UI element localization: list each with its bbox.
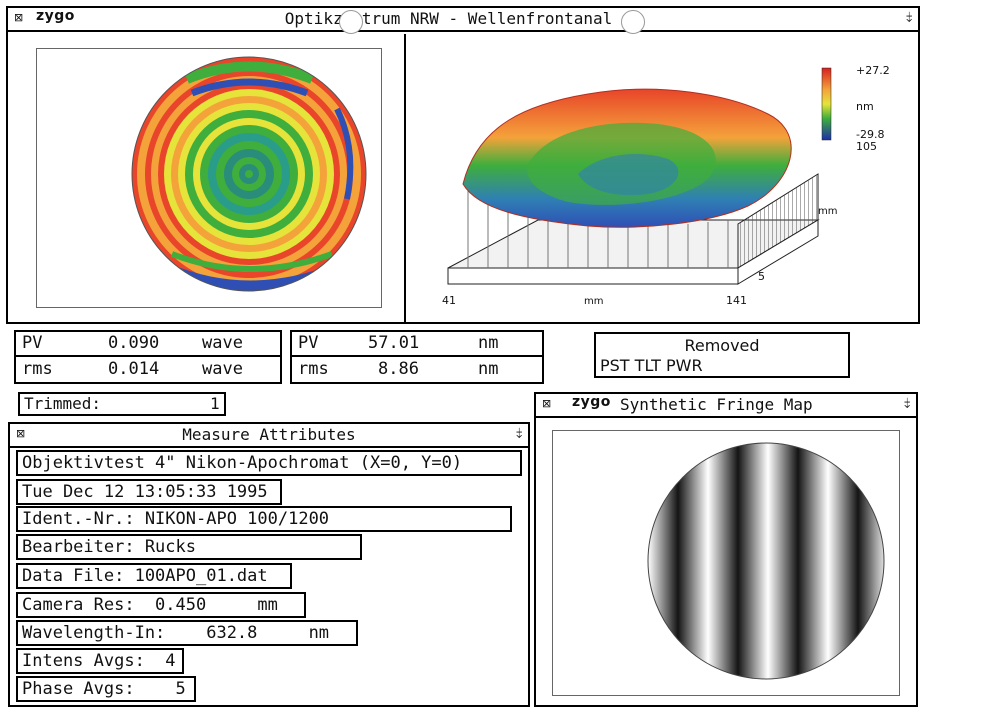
plot-3d-panel: +27.2 nm -29.8 105 mm 5 41 mm 141: [408, 34, 918, 322]
window-title: Optikze trum NRW - Wellenfrontanal se: [284, 9, 642, 28]
removed-terms: PST TLT PWR: [600, 356, 703, 375]
pin-icon[interactable]: ⤈: [906, 9, 912, 25]
pv-nm-row: PV 57.01 nm: [292, 332, 542, 357]
axis-x-unit-label: mm: [584, 296, 603, 307]
pv-nm-value: 57.01: [368, 333, 420, 353]
scale-max-label: +27.2: [856, 64, 890, 77]
axis-y-max-label: 105: [856, 140, 877, 153]
pv-wave-row: PV 0.090 wave: [16, 332, 280, 357]
trimmed-box: Trimmed: 1: [18, 392, 226, 416]
attr-wavelength[interactable]: Wavelength-In: 632.8 nm: [16, 620, 358, 646]
rms-nm-unit: nm: [478, 359, 499, 379]
fringe-map-window: ⊠ zygo Synthetic Fringe Map ⤈: [534, 392, 918, 707]
attr-data-file[interactable]: Data File: 100APO_01.dat: [16, 563, 292, 589]
attr-operator[interactable]: Bearbeiter: Rucks: [16, 534, 362, 560]
map-2d-panel: [10, 34, 406, 322]
fringe-titlebar: ⊠ zygo Synthetic Fringe Map ⤈: [536, 394, 916, 418]
title-hole-marker: [339, 10, 363, 34]
main-titlebar: ⊠ zygo Optikze trum NRW - Wellenfrontana…: [8, 8, 918, 32]
attr-camera-res[interactable]: Camera Res: 0.450 mm: [16, 592, 306, 618]
synthetic-fringe-map: [647, 442, 885, 680]
scale-unit-label: nm: [856, 100, 874, 113]
removed-box: Removed PST TLT PWR: [594, 332, 850, 378]
surface-plot-3d: +27.2 nm -29.8 105 mm 5 41 mm 141: [442, 64, 890, 307]
rms-nm-row: rms 8.86 nm: [292, 358, 542, 383]
rms-wave-unit: wave: [202, 359, 243, 379]
axis-y-unit-label: mm: [818, 206, 837, 217]
fringe-map-frame: [552, 430, 900, 696]
attr-date-time[interactable]: Tue Dec 12 13:05:33 1995: [16, 479, 282, 505]
trimmed-value: 1: [210, 394, 220, 413]
pin-icon[interactable]: ⤈: [516, 425, 522, 441]
pv-label: PV: [298, 333, 319, 353]
title-hole-marker: [621, 10, 645, 34]
pin-icon[interactable]: ⤈: [904, 395, 910, 411]
measure-attributes-window: ⊠ Measure Attributes ⤈ Objektivtest 4" N…: [8, 422, 530, 707]
removed-title: Removed: [684, 336, 760, 355]
pv-label: PV: [22, 333, 43, 353]
zygo-logo: zygo: [572, 394, 611, 410]
surface-map-2d: [131, 56, 367, 292]
trimmed-label: Trimmed:: [24, 394, 102, 413]
axis-x-max-label: 141: [726, 294, 747, 307]
color-scale-bar: [821, 67, 832, 141]
close-icon[interactable]: ⊠: [542, 397, 551, 410]
map-2d-frame: [36, 48, 382, 308]
rms-wave-row: rms 0.014 wave: [16, 358, 280, 383]
rms-label: rms: [22, 359, 53, 379]
pv-wave-unit: wave: [202, 333, 243, 353]
attr-phase-avgs[interactable]: Phase Avgs: 5: [16, 676, 196, 702]
rms-label: rms: [298, 359, 329, 379]
stats-wave-box: PV 0.090 wave rms 0.014 wave: [14, 330, 282, 384]
rms-nm-value: 8.86: [378, 359, 419, 379]
axis-x-min-label: 41: [442, 294, 456, 307]
stats-nm-box: PV 57.01 nm rms 8.86 nm: [290, 330, 544, 384]
attributes-title: Measure Attributes: [182, 425, 356, 444]
rms-wave-value: 0.014: [108, 359, 160, 379]
attributes-titlebar: ⊠ Measure Attributes ⤈: [10, 424, 528, 448]
fringe-title: Synthetic Fringe Map: [620, 395, 813, 414]
attr-ident-nr[interactable]: Ident.-Nr.: NIKON-APO 100/1200: [16, 506, 512, 532]
pv-wave-value: 0.090: [108, 333, 160, 353]
axis-y-min-label: 5: [758, 270, 765, 283]
pv-nm-unit: nm: [478, 333, 499, 353]
attr-intens-avgs[interactable]: Intens Avgs: 4: [16, 648, 184, 674]
attr-test-description[interactable]: Objektivtest 4" Nikon-Apochromat (X=0, Y…: [16, 450, 522, 476]
main-window: ⊠ zygo Optikze trum NRW - Wellenfrontana…: [6, 6, 920, 324]
